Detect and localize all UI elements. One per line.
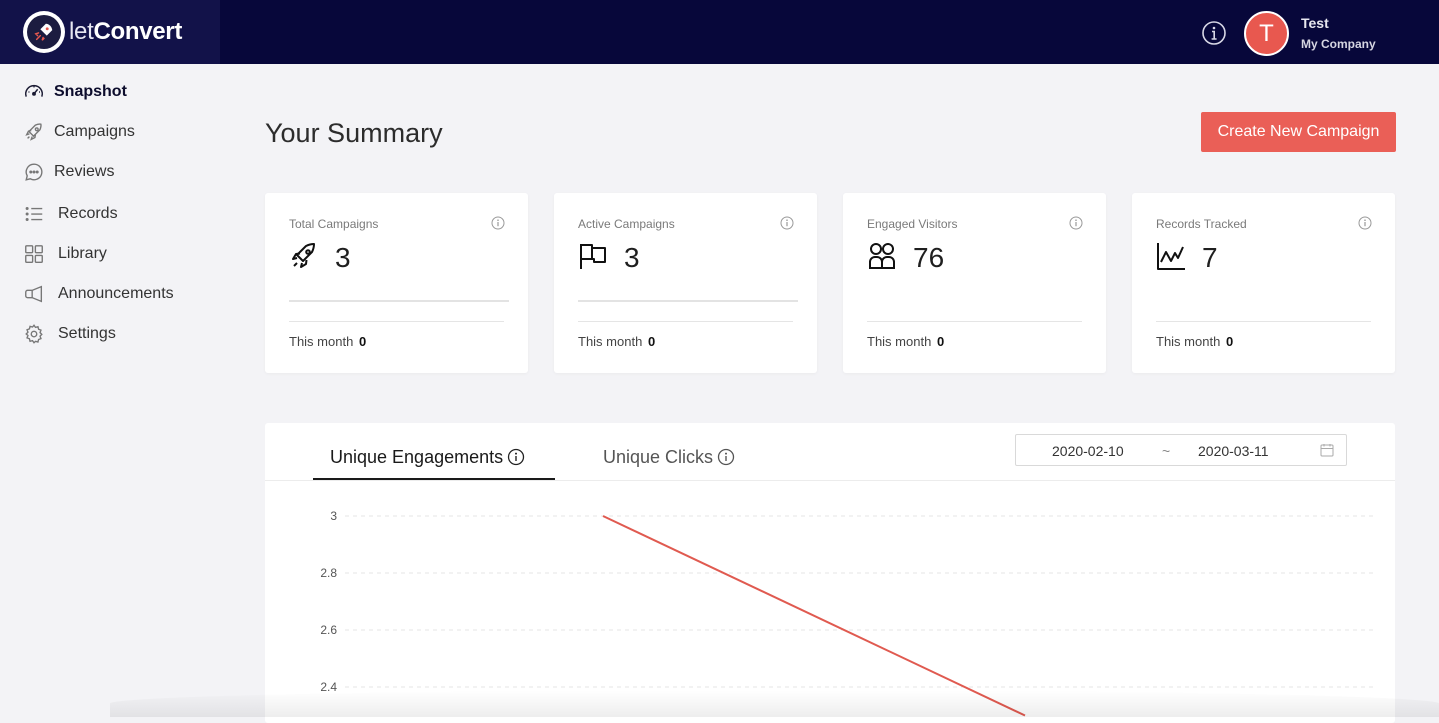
card-value: 3 xyxy=(624,242,640,273)
sidebar-item-reviews[interactable]: Reviews xyxy=(23,159,114,185)
sidebar-item-library[interactable]: Library xyxy=(23,241,107,267)
logo[interactable]: letConvert xyxy=(0,0,220,64)
gear-icon xyxy=(25,324,43,344)
sidebar-item-label: Announcements xyxy=(58,285,174,302)
date-range-picker[interactable]: 2020-02-10 ~ 2020-03-11 xyxy=(1015,434,1347,466)
card-month-label: This month xyxy=(578,334,643,349)
create-campaign-button[interactable]: Create New Campaign xyxy=(1201,112,1396,152)
page-title: Your Summary xyxy=(265,118,443,148)
active-tab-indicator xyxy=(313,478,555,480)
sidebar-item-snapshot[interactable]: Snapshot xyxy=(23,79,127,105)
series-line xyxy=(602,515,1026,717)
card-title: Engaged Visitors xyxy=(867,217,958,231)
chat-icon xyxy=(25,163,43,181)
card-value: 7 xyxy=(1202,242,1218,273)
card-progress-bar xyxy=(578,300,798,302)
card-progress-bar xyxy=(289,300,509,302)
card-month-stat: This month 0 xyxy=(578,334,655,349)
y-tick-label: 2.8 xyxy=(320,566,337,580)
rocket-icon xyxy=(25,123,42,141)
chart-panel: Unique Engagements Unique Clicks 2020-02… xyxy=(265,423,1395,723)
card-divider xyxy=(578,321,793,322)
date-separator: ~ xyxy=(1162,443,1171,459)
card-divider xyxy=(289,321,504,322)
info-icon[interactable] xyxy=(780,216,794,230)
megaphone-icon xyxy=(25,285,43,303)
card-month-label: This month xyxy=(289,334,354,349)
top-bar: letConvert T Test My Company xyxy=(0,0,1439,64)
logo-badge xyxy=(23,11,65,53)
stat-card-records-tracked: Records Tracked 7 This month 0 xyxy=(1132,193,1395,373)
user-name[interactable]: Test xyxy=(1301,15,1329,31)
info-icon[interactable] xyxy=(507,448,525,466)
card-value: 3 xyxy=(335,242,351,273)
card-title: Total Campaigns xyxy=(289,217,379,231)
card-month-value: 0 xyxy=(1225,334,1234,349)
people-icon xyxy=(869,243,895,269)
flag-icon xyxy=(580,244,606,269)
sidebar-item-campaigns[interactable]: Campaigns xyxy=(23,119,135,145)
y-tick-label: 2.6 xyxy=(320,623,337,637)
chart-tabs: Unique Engagements Unique Clicks 2020-02… xyxy=(265,423,1395,481)
sidebar-item-label: Library xyxy=(58,245,107,262)
rocket-icon xyxy=(292,243,315,268)
sidebar-item-label: Settings xyxy=(58,325,116,342)
card-month-value: 0 xyxy=(647,334,656,349)
calendar-icon[interactable] xyxy=(1320,443,1334,457)
sidebar-item-label: Records xyxy=(58,205,118,222)
card-title: Active Campaigns xyxy=(578,217,675,231)
list-icon xyxy=(25,206,43,222)
info-icon[interactable] xyxy=(1069,216,1083,230)
card-divider xyxy=(1156,321,1371,322)
card-month-label: This month xyxy=(1156,334,1221,349)
info-icon[interactable] xyxy=(491,216,505,230)
card-month-stat: This month 0 xyxy=(289,334,366,349)
card-title: Records Tracked xyxy=(1156,217,1247,231)
stat-card-engaged-visitors: Engaged Visitors 76 This month 0 xyxy=(843,193,1106,373)
sidebar: Snapshot Campaigns Reviews Records Libra… xyxy=(0,64,240,717)
avatar[interactable]: T xyxy=(1244,11,1289,56)
tab-label: Unique Engagements xyxy=(330,446,504,467)
sidebar-item-label: Campaigns xyxy=(54,123,135,140)
y-tick-label: 3 xyxy=(330,509,337,523)
brand-name-light: let xyxy=(69,18,94,45)
stat-card-total-campaigns: Total Campaigns 3 This month 0 xyxy=(265,193,528,373)
card-month-label: This month xyxy=(867,334,932,349)
line-chart-icon xyxy=(1157,243,1185,270)
card-divider xyxy=(867,321,1082,322)
brand-name: letConvert xyxy=(69,18,182,46)
sidebar-item-announcements[interactable]: Announcements xyxy=(23,281,174,307)
tab-label: Unique Clicks xyxy=(603,446,714,467)
sidebar-item-label: Snapshot xyxy=(54,83,127,100)
y-tick-label: 2.4 xyxy=(320,680,337,694)
tab-unique-engagements[interactable]: Unique Engagements xyxy=(330,445,525,469)
info-icon[interactable] xyxy=(1358,216,1372,230)
card-value: 76 xyxy=(913,242,945,273)
speedometer-icon xyxy=(25,84,43,97)
user-company[interactable]: My Company xyxy=(1301,37,1376,51)
stat-card-active-campaigns: Active Campaigns 3 This month 0 xyxy=(554,193,817,373)
info-icon[interactable] xyxy=(1201,20,1227,46)
tab-unique-clicks[interactable]: Unique Clicks xyxy=(603,445,735,469)
info-icon[interactable] xyxy=(717,448,735,466)
date-start[interactable]: 2020-02-10 xyxy=(1052,443,1124,459)
sidebar-item-settings[interactable]: Settings xyxy=(23,321,116,347)
sidebar-item-label: Reviews xyxy=(54,163,115,180)
date-end[interactable]: 2020-03-11 xyxy=(1198,443,1269,459)
grid-icon xyxy=(25,245,43,263)
sidebar-item-records[interactable]: Records xyxy=(23,201,118,227)
card-month-stat: This month 0 xyxy=(867,334,944,349)
card-month-stat: This month 0 xyxy=(1156,334,1233,349)
card-month-value: 0 xyxy=(936,334,945,349)
rocket-logo-icon xyxy=(27,15,61,49)
brand-name-bold: Convert xyxy=(93,18,183,45)
card-month-value: 0 xyxy=(358,334,367,349)
engagement-line-chart: 3 2.8 2.6 2.4 xyxy=(320,509,1375,717)
